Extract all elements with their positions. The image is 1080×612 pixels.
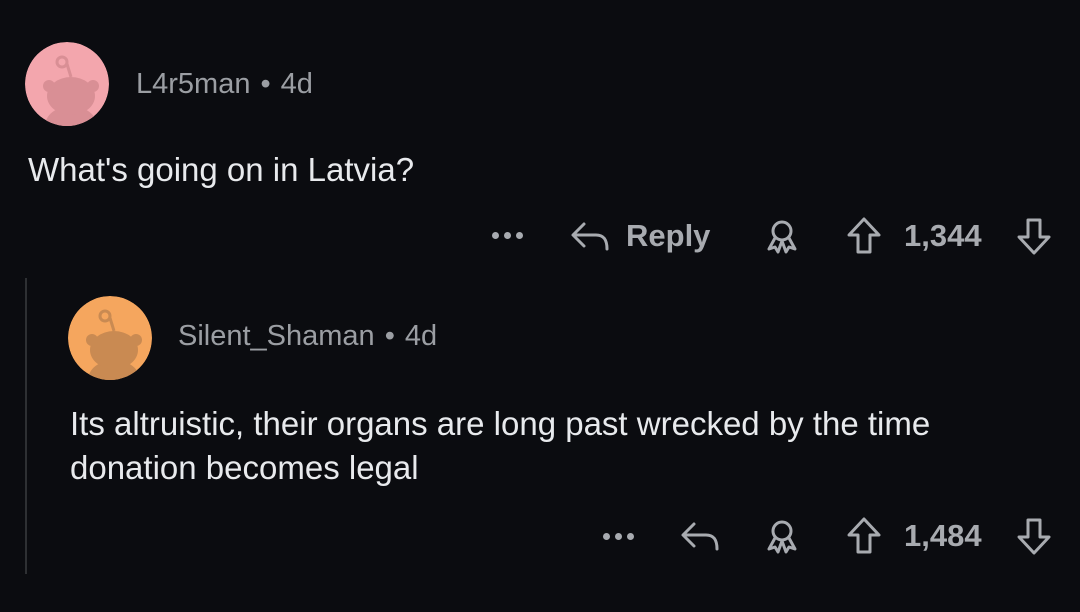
award-button[interactable] (762, 516, 802, 556)
upvote-arrow-icon (847, 517, 881, 554)
comment-meta: L4r5man • 4d (136, 68, 313, 101)
comment-meta: Silent_Shaman • 4d (178, 320, 437, 353)
award-icon (767, 520, 797, 554)
downvote-arrow-icon (1017, 518, 1051, 555)
award-icon (767, 220, 797, 254)
dot (504, 232, 511, 239)
meta-separator: • (260, 68, 271, 100)
vote-score: 1,484 (904, 516, 982, 556)
award-button[interactable] (762, 216, 802, 256)
comment-age: 4d (280, 68, 313, 100)
downvote-button[interactable] (1012, 514, 1056, 558)
thread-line[interactable] (25, 278, 27, 574)
dot (627, 533, 634, 540)
reply-button[interactable]: Reply (568, 216, 710, 256)
snoo-avatar-icon (25, 42, 109, 126)
reply-arrow-icon (571, 222, 609, 251)
score-value: 1,344 (904, 218, 982, 253)
dot (492, 232, 499, 239)
vote-score: 1,344 (904, 216, 982, 256)
score-value: 1,484 (904, 518, 982, 553)
upvote-button[interactable] (842, 514, 886, 558)
username-link[interactable]: L4r5man (136, 68, 250, 100)
avatar[interactable] (68, 296, 152, 380)
more-options-button[interactable] (492, 232, 523, 239)
comment-age: 4d (404, 320, 438, 352)
comment-body: Its altruistic, their organs are long pa… (70, 405, 931, 486)
reply-label: Reply (626, 218, 711, 253)
dot (615, 533, 622, 540)
dot (603, 533, 610, 540)
upvote-arrow-icon (847, 217, 881, 254)
snoo-avatar-icon (68, 296, 152, 380)
avatar[interactable] (25, 42, 109, 126)
more-options-button[interactable] (603, 533, 634, 540)
meta-separator: • (384, 320, 395, 352)
dot (516, 232, 523, 239)
username-link[interactable]: Silent_Shaman (178, 320, 375, 352)
downvote-button[interactable] (1012, 214, 1056, 258)
reply-button[interactable] (678, 516, 724, 556)
upvote-button[interactable] (842, 214, 886, 258)
reply-arrow-icon (681, 522, 719, 551)
downvote-arrow-icon (1017, 218, 1051, 255)
comment-body: What's going on in Latvia? (28, 151, 415, 188)
